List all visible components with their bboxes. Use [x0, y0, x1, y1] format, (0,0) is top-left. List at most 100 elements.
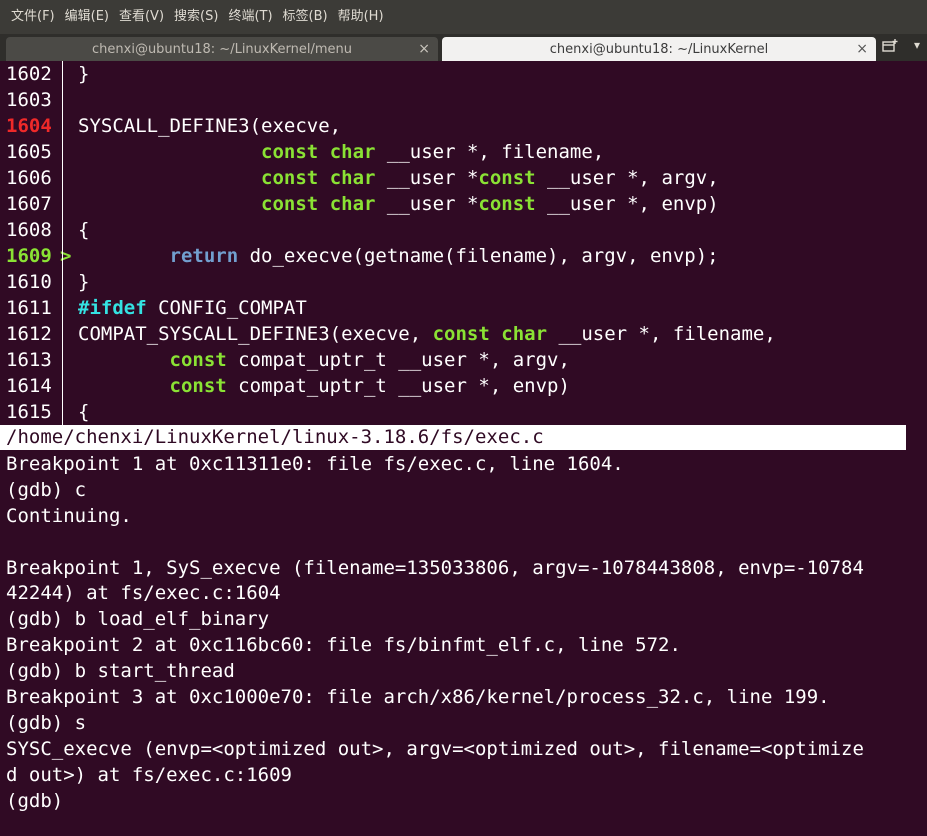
menu-item[interactable]: 编辑(E) — [60, 0, 114, 34]
menu-item[interactable]: 文件(F) — [6, 0, 60, 34]
line-number: 1611 — [6, 297, 52, 319]
source-line: 1602} — [0, 61, 927, 87]
gdb-console[interactable]: Breakpoint 1 at 0xc11311e0: file fs/exec… — [0, 451, 927, 813]
gdb-output-line: Continuing. — [6, 504, 132, 527]
code-keyword: const — [478, 193, 536, 215]
close-icon[interactable]: × — [856, 40, 868, 58]
gdb-output-line: Breakpoint 1, SyS_execve (filename=13503… — [6, 556, 864, 579]
gdb-output-line: (gdb) c — [6, 478, 87, 501]
code-token: __user * — [375, 193, 479, 215]
tab-title: chenxi@ubuntu18: ~/LinuxKernel/menu — [92, 41, 352, 57]
source-line: 1604 SYSCALL_DEFINE3(execve, — [0, 113, 927, 139]
gdb-output-line — [0, 529, 927, 555]
code-text: const char __user *const __user *, envp) — [78, 191, 719, 217]
gdb-output-line: d out>) at fs/exec.c:1609 — [6, 763, 292, 786]
code-token: CONFIG_COMPAT — [146, 297, 307, 319]
code-token: __user *, envp) — [535, 193, 719, 215]
terminal-scrollbar[interactable] — [906, 61, 927, 836]
code-keyword: char — [501, 323, 548, 345]
menu-item[interactable]: 帮助(H) — [333, 0, 389, 34]
source-line: 1613 const compat_uptr_t __user *, argv, — [0, 347, 927, 373]
tab-title: chenxi@ubuntu18: ~/LinuxKernel — [549, 41, 769, 57]
menu-item[interactable]: 标签(B) — [278, 0, 333, 34]
code-token: __user *, filename, — [547, 323, 776, 345]
menu-item[interactable]: 搜索(S) — [169, 0, 223, 34]
gdb-output-line: Breakpoint 1 at 0xc11311e0: file fs/exec… — [6, 453, 624, 475]
source-line: 1606 const char __user *const __user *, … — [0, 165, 927, 191]
source-line: 1605 const char __user *, filename, — [0, 139, 927, 165]
line-number: 1610 — [6, 271, 52, 293]
line-number: 1612 — [6, 323, 52, 345]
gdb-output-line: SYSC_execve (envp=<optimized out>, argv=… — [6, 737, 864, 760]
code-keyword: const — [432, 323, 490, 345]
gdb-output-line: Breakpoint 2 at 0xc116bc60: file fs/binf… — [6, 634, 681, 657]
code-text: return do_execve(getname(filename), argv… — [78, 243, 719, 269]
code-text: const char __user *const __user *, argv, — [78, 165, 719, 191]
code-token: { — [78, 401, 90, 423]
menu-item[interactable]: 查看(V) — [114, 0, 169, 34]
code-text: #ifdef CONFIG_COMPAT — [78, 295, 307, 321]
menu-bar: 文件(F) 编辑(E) 查看(V) 搜索(S) 终端(T) 标签(B) 帮助(H) — [0, 0, 927, 34]
gdb-output-line: (gdb) b start_thread — [6, 660, 235, 683]
code-keyword: char — [329, 141, 376, 163]
code-token: } — [78, 63, 90, 85]
code-text: const compat_uptr_t __user *, envp) — [78, 373, 570, 399]
line-number: 1603 — [6, 89, 52, 111]
gdb-output-line: (gdb) b load_elf_binary — [6, 608, 270, 631]
line-number: 1615 — [6, 401, 52, 423]
source-line: 1609 > return do_execve(getname(filename)… — [0, 243, 927, 269]
code-token: __user *, filename, — [375, 141, 605, 163]
source-line: 1608 { — [0, 217, 927, 243]
code-token: COMPAT_SYSCALL_DEFINE3(execve, — [78, 323, 433, 345]
tab-linuxkernel[interactable]: chenxi@ubuntu18: ~/LinuxKernel × — [442, 37, 876, 61]
code-keyword: const — [478, 167, 536, 189]
line-number: 1607 — [6, 193, 52, 215]
code-token: compat_uptr_t __user *, argv, — [226, 349, 570, 371]
code-keyword: const — [261, 141, 319, 163]
code-keyword: char — [329, 167, 376, 189]
code-text: const compat_uptr_t __user *, argv, — [78, 347, 570, 373]
code-text: COMPAT_SYSCALL_DEFINE3(execve, const cha… — [78, 321, 776, 347]
source-line: 1607 const char __user *const __user *, … — [0, 191, 927, 217]
code-text: { — [78, 399, 89, 425]
tab-menu-dir[interactable]: chenxi@ubuntu18: ~/LinuxKernel/menu × — [6, 37, 438, 61]
breakpoint-line-number: 1604 — [6, 115, 52, 137]
gdb-output-line: (gdb) — [6, 789, 64, 812]
line-number: 1602 — [6, 63, 52, 85]
code-keyword: const — [261, 167, 319, 189]
gdb-output-line: (gdb) s — [6, 711, 87, 734]
source-line: 1610} — [0, 269, 927, 295]
source-line: 1615 { — [0, 399, 927, 425]
source-line: 1611 #ifdef CONFIG_COMPAT — [0, 295, 927, 321]
current-line-number: 1609 — [6, 245, 52, 267]
code-text: } — [78, 61, 89, 87]
code-keyword: #ifdef — [78, 297, 147, 319]
gdb-output-line: Breakpoint 3 at 0xc1000e70: file arch/x8… — [6, 686, 830, 709]
tab-menu-chevron-icon[interactable]: ▾ — [914, 38, 920, 52]
close-icon[interactable]: × — [418, 40, 430, 58]
code-keyword: const — [261, 193, 319, 215]
source-line: 1603 — [0, 87, 927, 113]
code-keyword: char — [329, 193, 376, 215]
code-text: { — [78, 217, 89, 243]
line-number: 1606 — [6, 167, 52, 189]
tab-bar: chenxi@ubuntu18: ~/LinuxKernel/menu × ch… — [0, 34, 927, 61]
new-tab-icon[interactable] — [881, 37, 899, 55]
menu-item[interactable]: 终端(T) — [223, 0, 277, 34]
code-token: { — [78, 219, 90, 241]
source-code-pane: 1602} 1603 1604 SYSCALL_DEFINE3(execve, 1605… — [0, 61, 927, 425]
code-keyword: const — [169, 375, 227, 397]
code-keyword: const — [169, 349, 227, 371]
code-text: const char __user *, filename, — [78, 139, 604, 165]
gdb-output-line: 42244) at fs/exec.c:1604 — [6, 582, 281, 605]
